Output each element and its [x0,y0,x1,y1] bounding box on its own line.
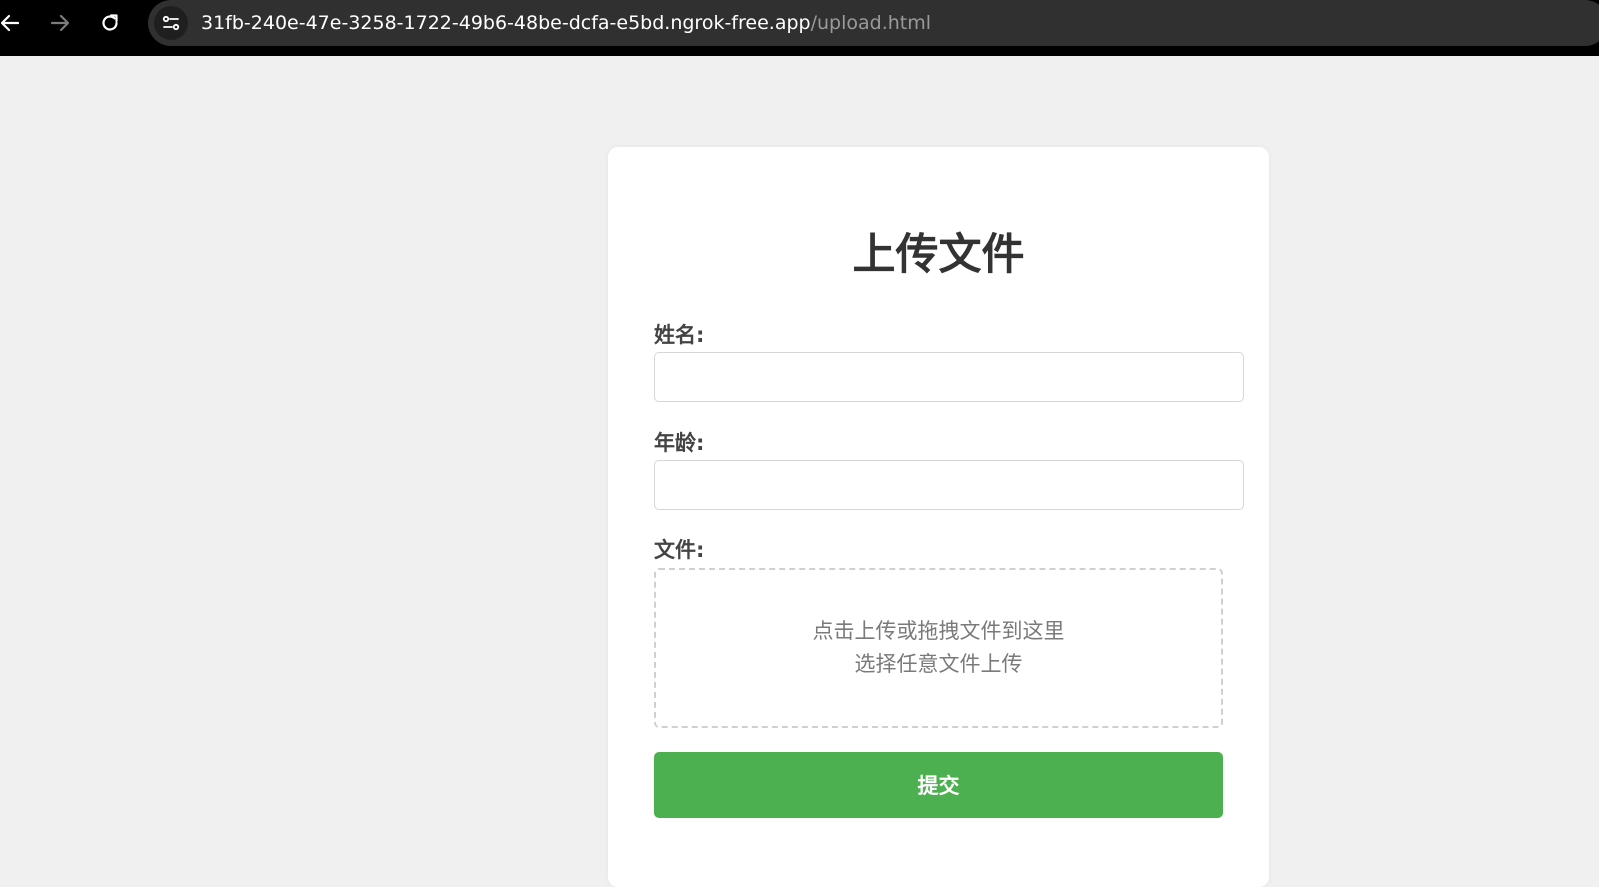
url-path: /upload.html [810,12,932,34]
url-text[interactable]: 31fb-240e-47e-3258-1722-49b6-48be-dcfa-e… [201,11,931,35]
url-host: 31fb-240e-47e-3258-1722-49b6-48be-dcfa-e… [201,12,811,34]
page-title: 上传文件 [852,230,1025,280]
back-button[interactable] [0,6,27,40]
arrow-right-icon [50,14,70,32]
drop-zone-subhint: 选择任意文件上传 [854,652,1023,676]
upload-form-card: 上传文件 姓名: 年龄: 文件: 点击上传或拖拽文件到这里 选择任意文件上传 提… [608,147,1269,887]
file-label: 文件: [654,538,705,562]
drop-zone-hint: 点击上传或拖拽文件到这里 [812,619,1065,643]
address-bar[interactable]: 31fb-240e-47e-3258-1722-49b6-48be-dcfa-e… [148,0,1599,46]
reload-icon [102,14,118,31]
site-info-button[interactable] [154,6,188,40]
file-drop-zone[interactable]: 点击上传或拖拽文件到这里 选择任意文件上传 [654,568,1223,728]
age-label: 年龄: [654,431,705,455]
forward-button[interactable] [43,6,77,40]
site-settings-icon [162,15,180,31]
name-input[interactable] [654,352,1244,402]
reload-button[interactable] [93,6,127,40]
arrow-left-icon [0,14,20,32]
name-label: 姓名: [654,323,705,347]
age-input[interactable] [654,460,1244,510]
submit-button[interactable]: 提交 [654,752,1223,818]
browser-toolbar: 31fb-240e-47e-3258-1722-49b6-48be-dcfa-e… [0,0,1599,56]
